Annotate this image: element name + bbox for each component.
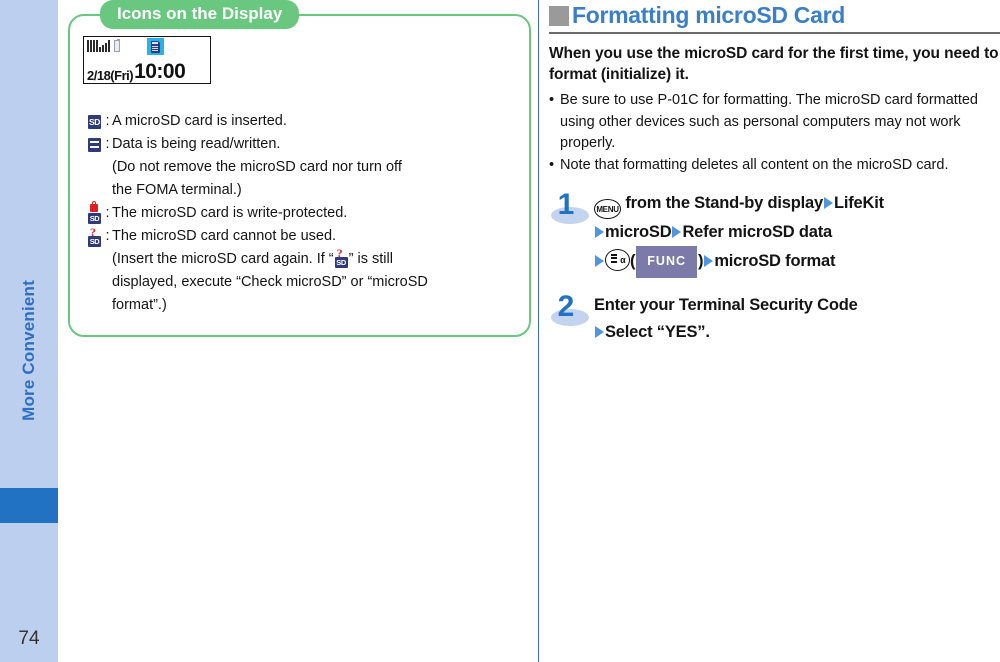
menu-key-icon[interactable]: MENU (594, 199, 621, 219)
signal-bars-icon (87, 40, 98, 52)
list-item: • Note that formatting deletes all conte… (549, 155, 1000, 177)
chapter-label-text: More Convenient (19, 279, 38, 421)
step-menu-item[interactable]: LifeKit (834, 194, 884, 212)
list-item: • Be sure to use P-01C for formatting. T… (549, 90, 1000, 155)
antenna-icon (99, 40, 110, 52)
microsd-inserted-icon: SD (88, 114, 101, 129)
microsd-readwrite-icon (86, 133, 103, 156)
section-divider (549, 32, 1000, 34)
icon-legend-list: SD : A microSD card is inserted. : Data … (86, 110, 516, 317)
step-text: Enter your Terminal Security Code (594, 296, 858, 314)
legend-continuation: format”.) (112, 297, 167, 313)
battery-icon (114, 39, 120, 52)
microsd-icon (151, 40, 160, 53)
legend-separator: : (105, 228, 110, 244)
list-item-text: Be sure to use P-01C for formatting. The… (560, 92, 978, 151)
standby-clock: 2/18(Fri) 10:00 (87, 58, 210, 82)
legend-item: SD : A microSD card is inserted. (86, 110, 516, 133)
legend-continuation-part: ” is still (348, 251, 393, 267)
status-bar (84, 37, 210, 57)
chapter-label: More Convenient (0, 230, 58, 470)
legend-continuation-part: (Insert the microSD card again. If “ (112, 251, 334, 267)
legend-item: SD : The microSD card is write-protected… (86, 201, 516, 225)
chevron-right-icon (672, 226, 682, 238)
column-divider (538, 0, 539, 662)
microsd-unusable-icon-inline: ? SD (334, 246, 348, 268)
list-item-text: Note that formatting deletes all content… (560, 156, 949, 173)
chevron-right-icon (704, 255, 714, 267)
legend-continuation: (Insert the microSD card again. If “? SD”… (112, 246, 516, 271)
bullet-icon: • (549, 92, 555, 108)
page-number: 74 (18, 628, 40, 649)
step-instructions: MENU from the Stand-by display LifeKit mi… (594, 190, 1000, 278)
legend-continuation: displayed, execute “Check microSD” or “m… (112, 274, 428, 290)
func-key-icon[interactable]: α (605, 249, 630, 271)
bullet-icon: • (549, 156, 555, 173)
legend-text: The microSD card is write-protected. (112, 205, 348, 221)
legend-separator: : (105, 136, 110, 152)
microsd-write-protected-icon: SD (86, 201, 103, 225)
step-text: from the Stand-by display (625, 194, 823, 212)
standby-display-mock: 2/18(Fri) 10:00 (83, 36, 211, 84)
legend-text: The microSD card cannot be used. (112, 228, 337, 244)
step-number: 2 (557, 290, 575, 323)
paren-close: ) (698, 252, 704, 270)
step-number-badge: 2 (549, 290, 591, 332)
legend-text: A microSD card is inserted. (112, 113, 287, 129)
intro-paragraph: When you use the microSD card for the fi… (549, 45, 999, 83)
tip-box-title: Icons on the Display (100, 0, 300, 29)
section-title: Formatting microSD Card (572, 2, 845, 28)
section-marker-icon (549, 5, 569, 26)
chevron-right-icon (595, 255, 604, 267)
legend-text: Data is being read/written. (112, 136, 281, 152)
notes-list: • Be sure to use P-01C for formatting. T… (549, 90, 1000, 176)
step-menu-item[interactable]: microSD (605, 223, 672, 241)
chevron-right-icon (595, 326, 604, 338)
legend-separator: : (105, 205, 110, 221)
chevron-right-icon (595, 226, 604, 238)
legend-item: ? SD : The microSD card cannot be used. (86, 225, 516, 248)
standby-time: 10:00 (134, 60, 186, 83)
paren-open: ( (630, 252, 636, 270)
step-menu-item[interactable]: Refer microSD data (682, 223, 832, 241)
chapter-marker (0, 488, 58, 523)
right-column: Formatting microSD Card When you use the… (549, 0, 1000, 346)
step-instructions: Enter your Terminal Security Code Select… (594, 292, 1000, 346)
func-softkey-label[interactable]: FUNC (636, 246, 698, 278)
step-menu-item[interactable]: microSD format (714, 252, 835, 270)
chapter-side-tab: More Convenient 74 (0, 0, 58, 662)
legend-continuation: (Do not remove the microSD card nor turn… (112, 159, 402, 175)
procedure-step-1: 1 MENU from the Stand-by display LifeKit … (549, 188, 1000, 278)
chevron-right-icon (824, 197, 833, 209)
legend-separator: : (105, 113, 110, 129)
lock-icon (90, 201, 98, 212)
legend-continuation: the FOMA terminal.) (112, 182, 242, 198)
legend-item: : Data is being read/written. (86, 133, 516, 156)
standby-date: 2/18(Fri) (87, 68, 134, 83)
section-header: Formatting microSD Card (549, 0, 1000, 27)
microsd-status-icon-highlight (147, 38, 164, 55)
procedure-step-2: 2 Enter your Terminal Security Code Sele… (549, 290, 1000, 346)
step-menu-item[interactable]: Select “YES”. (605, 323, 710, 341)
microsd-unusable-icon: ? SD (88, 224, 101, 247)
step-number: 1 (557, 188, 575, 221)
step-number-badge: 1 (549, 188, 591, 230)
